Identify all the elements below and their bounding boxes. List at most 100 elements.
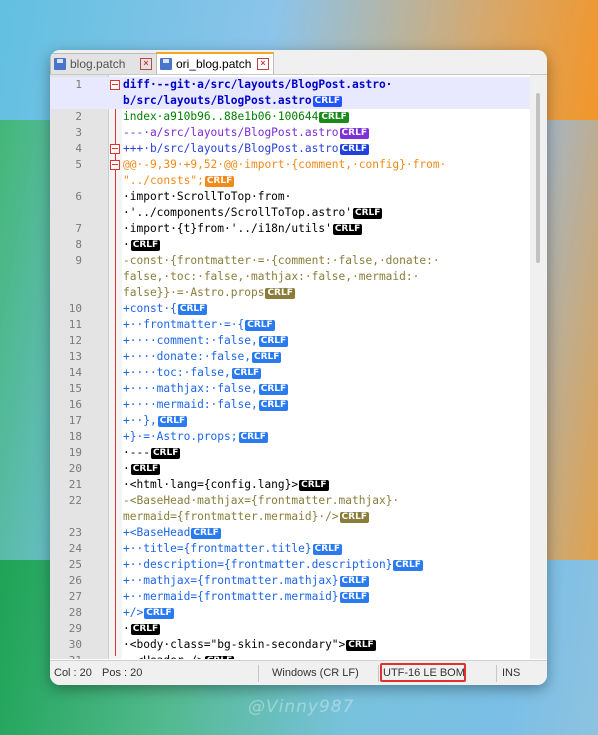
code-line[interactable]: ·'../components/ScrollToTop.astro' CRLF — [50, 205, 530, 221]
code-line[interactable]: 3 ---·a/src/layouts/BlogPost.astro CRLF — [50, 125, 530, 141]
eol-format-indicator[interactable]: Windows (CR LF) — [272, 667, 359, 679]
line-number: 9 — [75, 254, 82, 267]
eol-marker: CRLF — [265, 288, 295, 299]
code-text: ·import·{t}from·'../i18n/utils' — [123, 222, 332, 235]
code-line[interactable]: 6 ·import·ScrollToTop·from· — [50, 189, 530, 205]
code-text-wrap: false}}·=·Astro.props CRLF — [123, 285, 295, 301]
line-number: 18 — [68, 430, 82, 443]
tab-blog-patch[interactable]: blog.patch × — [50, 53, 157, 74]
line-number: 19 — [68, 446, 82, 459]
code-text: +··title={frontmatter.title} — [123, 542, 312, 555]
eol-marker: CRLF — [312, 544, 343, 555]
code-line[interactable]: 21 ·<html·lang={config.lang}> CRLF — [50, 477, 530, 493]
status-divider — [258, 665, 259, 682]
encoding-indicator[interactable]: UTF-16 LE BOM — [383, 667, 465, 679]
code-text: ·<html·lang={config.lang}> — [123, 478, 299, 491]
code-line[interactable]: b/src/layouts/BlogPost.astro CRLF — [50, 93, 530, 109]
code-line[interactable]: false}}·=·Astro.props CRLF — [50, 285, 530, 301]
line-number: 1 — [75, 78, 82, 91]
code-line[interactable]: 1 diff·--git·a/src/layouts/BlogPost.astro… — [50, 77, 530, 93]
line-number: 24 — [68, 542, 82, 555]
code-text: mermaid={frontmatter.mermaid}·/> — [123, 510, 339, 523]
fold-toggle-icon[interactable] — [110, 160, 120, 170]
code-line[interactable]: 8 · CRLF — [50, 237, 530, 253]
code-line[interactable]: 12 +····comment:·false, CRLF — [50, 333, 530, 349]
code-line[interactable]: 2 index·a910b96..88e1b06·100644 CRLF — [50, 109, 530, 125]
code-text: ·<body·class="bg-skin-secondary"> — [123, 638, 346, 651]
code-text-wrap: +··mermaid={frontmatter.mermaid} CRLF — [123, 589, 369, 605]
code-line[interactable]: 13 +····donate:·false, CRLF — [50, 349, 530, 365]
code-text: +··frontmatter·=·{ — [123, 318, 245, 331]
line-number: 12 — [68, 334, 82, 347]
tab-ori-blog-patch[interactable]: ori_blog.patch × — [156, 52, 274, 74]
code-line[interactable]: 26 +··mathjax={frontmatter.mathjax} CRLF — [50, 573, 530, 589]
code-line[interactable]: 5 @@·-9,39·+9,52·@@·import·{comment,·conf… — [50, 157, 530, 173]
code-line[interactable]: false,·toc:·false,·mathjax:·false,·merma… — [50, 269, 530, 285]
code-text-wrap: +++·b/src/layouts/BlogPost.astro CRLF — [123, 141, 369, 157]
code-text-wrap: +····toc:·false, CRLF — [123, 365, 262, 381]
code-line[interactable]: 20 · CRLF — [50, 461, 530, 477]
code-text-wrap: index·a910b96..88e1b06·100644 CRLF — [123, 109, 349, 125]
code-text: ·--- — [123, 446, 150, 459]
code-line[interactable]: 19 ·--- CRLF — [50, 445, 530, 461]
code-text-wrap: ·--- CRLF — [123, 445, 181, 461]
code-text-wrap: -<BaseHead·mathjax={frontmatter.mathjax}… — [123, 493, 399, 509]
line-number: 4 — [75, 142, 82, 155]
code-line[interactable]: 17 +··}, CRLF — [50, 413, 530, 429]
insert-mode-indicator[interactable]: INS — [502, 667, 520, 679]
code-text: +····mathjax:·false, — [123, 382, 258, 395]
eol-marker: CRLF — [130, 240, 161, 251]
code-line[interactable]: 14 +····toc:·false, CRLF — [50, 365, 530, 381]
fold-toggle-icon[interactable] — [110, 144, 120, 154]
code-line[interactable]: 31 ··<Header·/>CRLF — [50, 653, 530, 659]
code-line[interactable]: 25 +··description={frontmatter.descriptio… — [50, 557, 530, 573]
code-line[interactable]: "../consts"; CRLF — [50, 173, 530, 189]
status-bar: Col : 20 Pos : 20 Windows (CR LF) UTF-16… — [50, 660, 547, 685]
code-line[interactable]: 24 +··title={frontmatter.title} CRLF — [50, 541, 530, 557]
code-text: · — [123, 462, 130, 475]
code-line[interactable]: 29 · CRLF — [50, 621, 530, 637]
code-line[interactable]: 7 ·import·{t}from·'../i18n/utils' CRLF — [50, 221, 530, 237]
line-number: 25 — [68, 558, 82, 571]
code-line[interactable]: 27 +··mermaid={frontmatter.mermaid} CRLF — [50, 589, 530, 605]
code-line[interactable]: 9 -const·{frontmatter·=·{comment:·false,·… — [50, 253, 530, 269]
code-text-wrap: ·'../components/ScrollToTop.astro' CRLF — [123, 205, 383, 221]
eol-marker: CRLF — [312, 96, 343, 107]
code-text-wrap: +····mathjax:·false, CRLF — [123, 381, 289, 397]
code-line[interactable]: 16 +····mermaid:·false, CRLF — [50, 397, 530, 413]
scrollbar-thumb[interactable] — [536, 93, 540, 263]
line-number: 23 — [68, 526, 82, 539]
code-line[interactable]: 11 +··frontmatter·=·{CRLF — [50, 317, 530, 333]
code-line[interactable]: 15 +····mathjax:·false, CRLF — [50, 381, 530, 397]
code-text: ---·a/src/layouts/BlogPost.astro — [123, 126, 339, 139]
code-text-wrap: ··<Header·/>CRLF — [123, 653, 235, 659]
line-number: 31 — [50, 653, 82, 659]
code-text-wrap: b/src/layouts/BlogPost.astro CRLF — [123, 93, 343, 109]
eol-marker: CRLF — [177, 304, 208, 315]
tab-bar: blog.patch × ori_blog.patch × — [50, 50, 547, 75]
code-text-wrap: diff·--git·a/src/layouts/BlogPost.astro· — [123, 77, 392, 93]
code-text: index·a910b96..88e1b06·100644 — [123, 110, 319, 123]
code-line[interactable]: 4 +++·b/src/layouts/BlogPost.astro CRLF — [50, 141, 530, 157]
vertical-scrollbar[interactable] — [530, 75, 547, 659]
line-number: 26 — [68, 574, 82, 587]
line-number: 21 — [68, 478, 82, 491]
code-line[interactable]: mermaid={frontmatter.mermaid}·/> CRLF — [50, 509, 530, 525]
code-line[interactable]: 10 +const·{CRLF — [50, 301, 530, 317]
code-line[interactable]: 22 -<BaseHead·mathjax={frontmatter.mathja… — [50, 493, 530, 509]
close-icon[interactable]: × — [140, 58, 152, 70]
code-text: diff·--git·a/src/layouts/BlogPost.astro· — [123, 78, 393, 91]
code-editor[interactable]: 1 diff·--git·a/src/layouts/BlogPost.astro… — [50, 75, 547, 659]
code-line[interactable]: 23 +<BaseHead CRLF — [50, 525, 530, 541]
fold-toggle-icon[interactable] — [110, 80, 120, 90]
line-number: 29 — [68, 622, 82, 635]
close-icon[interactable]: × — [257, 58, 269, 70]
code-line[interactable]: 30 ·<body·class="bg-skin-secondary"> CRLF — [50, 637, 530, 653]
eol-marker: CRLF — [130, 464, 161, 475]
code-text: false}}·=·Astro.props — [123, 286, 265, 299]
code-line[interactable]: 28 +/> CRLF — [50, 605, 530, 621]
code-text-wrap: +··description={frontmatter.description}… — [123, 557, 423, 573]
column-indicator: Col : 20 — [54, 667, 92, 679]
code-text-wrap: · CRLF — [123, 237, 161, 253]
code-line[interactable]: 18 +}·=·Astro.props; CRLF — [50, 429, 530, 445]
